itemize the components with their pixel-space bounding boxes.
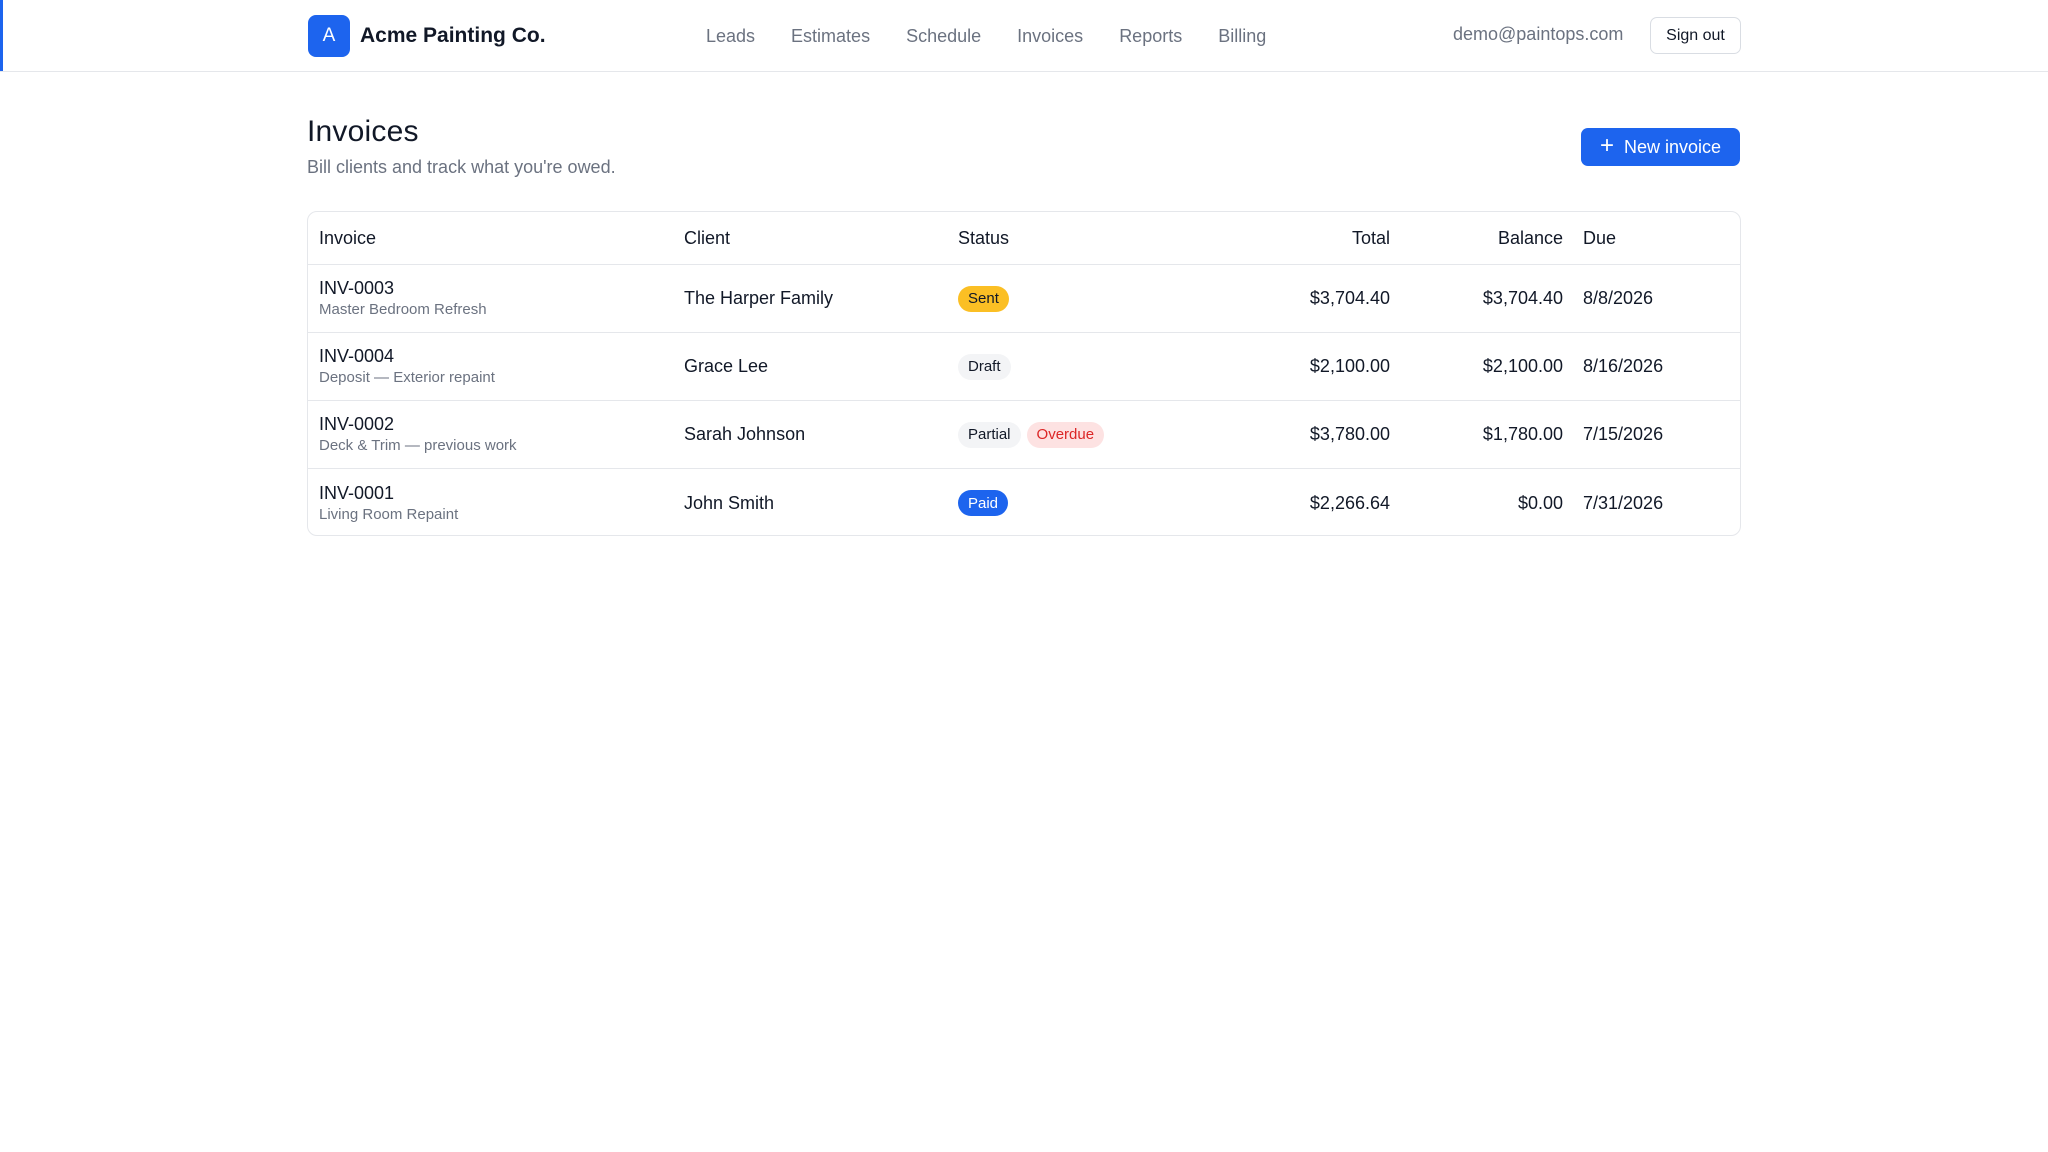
column-header-status[interactable]: Status — [958, 212, 1009, 264]
column-header-total[interactable]: Total — [1352, 212, 1390, 264]
plus-icon: + — [1599, 131, 1614, 159]
nav-item-leads[interactable]: Leads — [706, 26, 755, 47]
invoice-cell: INV-0003 Master Bedroom Refresh — [319, 265, 487, 332]
nav-item-estimates[interactable]: Estimates — [791, 26, 870, 47]
table-row[interactable]: INV-0001 Living Room Repaint John Smith … — [308, 469, 1740, 535]
total-cell: $3,704.40 — [1309, 288, 1390, 308]
balance-cell: $0.00 — [1517, 492, 1563, 513]
nav-item-schedule[interactable]: Schedule — [906, 26, 981, 47]
invoice-number[interactable]: INV-0001 — [319, 482, 394, 504]
table-row[interactable]: INV-0004 Deposit — Exterior repaint Grac… — [308, 333, 1740, 401]
status-badge: Sent — [958, 285, 1009, 312]
due-cell: 7/31/2026 — [1583, 492, 1664, 513]
top-navbar: A Acme Painting Co. Leads Estimates Sche… — [0, 0, 2048, 72]
column-header-client[interactable]: Client — [684, 212, 730, 264]
total-cell: $3,780.00 — [1309, 424, 1390, 444]
invoice-description: Living Room Repaint — [319, 505, 459, 523]
page-title: Invoices — [307, 115, 419, 148]
new-invoice-button[interactable]: + New invoice — [1581, 128, 1740, 166]
table-row[interactable]: INV-0002 Deck & Trim — previous work Sar… — [308, 401, 1740, 469]
client-cell: Grace Lee — [684, 356, 769, 376]
status-cell: Paid — [958, 469, 1014, 535]
overdue-badge: Overdue — [1026, 421, 1105, 448]
invoice-cell: INV-0001 Living Room Repaint — [319, 469, 459, 535]
total-cell: $2,266.64 — [1309, 492, 1390, 513]
client-cell: Sarah Johnson — [684, 424, 806, 444]
invoice-description: Master Bedroom Refresh — [319, 301, 487, 318]
column-header-due[interactable]: Due — [1583, 212, 1616, 264]
nav-item-billing[interactable]: Billing — [1218, 26, 1266, 47]
due-cell: 8/16/2026 — [1583, 356, 1664, 376]
invoice-number[interactable]: INV-0002 — [319, 413, 394, 435]
balance-cell: $1,780.00 — [1482, 424, 1563, 444]
brand-logo: A — [308, 15, 350, 57]
status-cell: Sent — [958, 265, 1015, 332]
due-cell: 7/15/2026 — [1583, 424, 1664, 444]
status-badge: Draft — [958, 353, 1011, 380]
sign-out-button[interactable]: Sign out — [1650, 17, 1741, 54]
main-nav: Leads Estimates Schedule Invoices Report… — [706, 0, 1302, 72]
page-subtitle: Bill clients and track what you're owed. — [307, 157, 616, 177]
status-cell: Partial Overdue — [958, 401, 1110, 468]
brand[interactable]: A Acme Painting Co. — [308, 15, 546, 57]
status-cell: Draft — [958, 333, 1017, 400]
balance-cell: $3,704.40 — [1482, 288, 1563, 308]
invoice-cell: INV-0002 Deck & Trim — previous work — [319, 401, 517, 468]
column-header-invoice[interactable]: Invoice — [319, 212, 376, 264]
column-header-balance[interactable]: Balance — [1498, 212, 1563, 264]
table-row[interactable]: INV-0003 Master Bedroom Refresh The Harp… — [308, 265, 1740, 333]
client-cell: The Harper Family — [684, 288, 834, 308]
table-header-row: Invoice Client Status Total Balance Due — [308, 212, 1740, 265]
client-cell: John Smith — [684, 492, 775, 513]
user-email: demo@paintops.com — [1453, 24, 1624, 44]
due-cell: 8/8/2026 — [1583, 288, 1654, 308]
status-badge: Partial — [958, 421, 1021, 448]
balance-cell: $2,100.00 — [1482, 356, 1563, 376]
brand-name: Acme Painting Co. — [360, 24, 546, 47]
invoice-description: Deposit — Exterior repaint — [319, 369, 495, 386]
invoices-table: Invoice Client Status Total Balance Due … — [307, 211, 1741, 536]
status-badge: Paid — [958, 490, 1009, 516]
invoice-cell: INV-0004 Deposit — Exterior repaint — [319, 333, 495, 400]
total-cell: $2,100.00 — [1309, 356, 1390, 376]
nav-item-invoices[interactable]: Invoices — [1017, 26, 1083, 47]
invoice-number[interactable]: INV-0003 — [319, 277, 394, 299]
invoice-number[interactable]: INV-0004 — [319, 345, 394, 367]
invoice-description: Deck & Trim — previous work — [319, 437, 517, 454]
nav-item-reports[interactable]: Reports — [1119, 26, 1182, 47]
new-invoice-label: New invoice — [1623, 136, 1722, 157]
